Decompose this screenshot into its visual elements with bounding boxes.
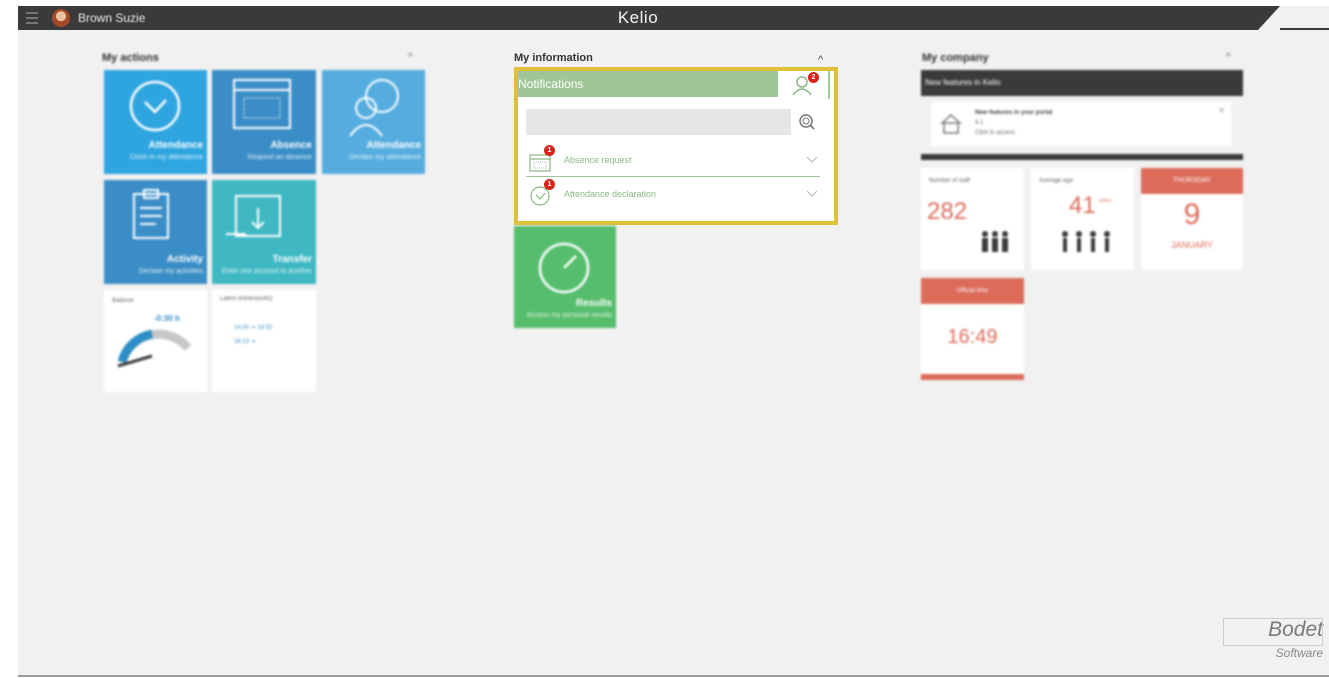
collapse-company-caret-icon[interactable]: ^ bbox=[1226, 52, 1231, 63]
notification-item-absence-request[interactable]: 1 Absence request bbox=[526, 145, 820, 177]
news-version: 4.1 bbox=[975, 120, 984, 126]
day-number: 9 bbox=[1183, 198, 1201, 231]
notification-item-attendance-declaration[interactable]: 1 Attendance declaration bbox=[526, 179, 820, 211]
results-tile[interactable]: Results Access my personal results bbox=[514, 226, 616, 328]
notifications-search-input[interactable] bbox=[526, 109, 791, 135]
entries-line-2: 16:13 ➞ bbox=[234, 339, 256, 345]
topbar-underline bbox=[1280, 28, 1329, 30]
notification-label: Absence request bbox=[564, 155, 632, 165]
search-icon bbox=[799, 114, 815, 130]
gauge-icon bbox=[117, 329, 192, 368]
logo-frame bbox=[1223, 618, 1323, 646]
official-time-value: 16:49 bbox=[947, 326, 998, 348]
tile-subtitle: Enter one account to another bbox=[221, 268, 312, 275]
news-header: New features in Kelio bbox=[921, 70, 1243, 96]
tile-title: Activity bbox=[166, 254, 203, 265]
topbar-wedge bbox=[1258, 6, 1280, 30]
notifications-panel: Notifications 2 1 Absence request 1 Atte… bbox=[514, 67, 838, 225]
transfer-tile[interactable]: Transfer Enter one account to another bbox=[212, 180, 316, 284]
tile-title: Attendance bbox=[148, 140, 203, 151]
people-icon bbox=[982, 231, 1008, 252]
collapse-actions-caret-icon[interactable]: ^ bbox=[408, 52, 413, 63]
tile-title: Results bbox=[575, 298, 612, 309]
tile-subtitle: Declare my attendance bbox=[349, 154, 421, 161]
official-time-card: Official time 16:49 bbox=[921, 278, 1024, 380]
house-icon bbox=[940, 113, 962, 134]
official-time-label: Official time bbox=[921, 278, 1024, 304]
news-link[interactable]: Click to access bbox=[975, 130, 1015, 136]
news-card[interactable]: New features in your portal 4.1 Click to… bbox=[931, 102, 1231, 146]
absence-tile[interactable]: Absence Request an absence bbox=[212, 70, 316, 174]
entries-line-1: 14:00 ➞ 14:32 bbox=[234, 325, 273, 331]
notifications-header: Notifications bbox=[518, 71, 778, 97]
activity-tile[interactable]: Activity Declare my activities bbox=[104, 180, 207, 284]
chevron-down-icon[interactable] bbox=[806, 153, 818, 165]
latest-entries-label: Latest entries(exits) bbox=[220, 296, 273, 302]
attendance-clockin-tile[interactable]: Attendance Clock-in my attendance bbox=[104, 70, 207, 174]
tile-title: Attendance bbox=[366, 140, 421, 151]
attendance-declaration-tile[interactable]: Attendance Declare my attendance bbox=[322, 70, 425, 174]
tile-title: Transfer bbox=[272, 254, 312, 265]
absence-request-badge: 1 bbox=[544, 145, 555, 156]
logo-line-2: Software bbox=[1275, 646, 1323, 660]
month-name: JANUARY bbox=[1171, 240, 1213, 250]
date-card: THURSDAY 9 JANUARY bbox=[1141, 168, 1243, 270]
news-title: New features in your portal bbox=[975, 110, 1053, 116]
search-button[interactable] bbox=[796, 111, 818, 133]
chevron-down-icon[interactable] bbox=[806, 187, 818, 199]
tile-subtitle: Request an absence bbox=[247, 154, 312, 161]
close-icon[interactable]: ✕ bbox=[1218, 106, 1225, 115]
day-name: THURSDAY bbox=[1141, 168, 1243, 194]
tile-subtitle: Clock-in my attendance bbox=[129, 154, 203, 161]
tile-subtitle: Declare my activities bbox=[138, 268, 203, 275]
official-time-footer bbox=[921, 374, 1024, 380]
collapse-information-caret-icon[interactable]: ^ bbox=[818, 54, 823, 66]
news-footer-bar bbox=[921, 154, 1243, 160]
brand-logo: Kelio bbox=[617, 8, 659, 27]
my-company-title: My company bbox=[922, 52, 989, 64]
tile-title: Absence bbox=[270, 140, 312, 151]
balance-card[interactable]: Balance -0:30 h bbox=[104, 290, 207, 392]
my-information-title: My information bbox=[514, 52, 593, 64]
bodet-software-logo: Bodet Software bbox=[1223, 618, 1323, 668]
notifications-user-tab[interactable]: 2 bbox=[778, 71, 830, 99]
average-age-card: Average age 41 years bbox=[1031, 168, 1134, 270]
staff-count-card: Number of staff 282 bbox=[921, 168, 1024, 270]
tile-subtitle: Access my personal results bbox=[526, 312, 612, 319]
people-icon bbox=[1062, 231, 1110, 252]
app-frame: Brown Suzie Kelio My actions ^ Attendanc… bbox=[18, 6, 1329, 677]
user-notification-badge: 2 bbox=[808, 72, 819, 83]
latest-entries-card[interactable]: Latest entries(exits) 14:00 ➞ 14:32 16:1… bbox=[212, 290, 316, 392]
top-bar: Brown Suzie Kelio bbox=[18, 6, 1280, 30]
notification-label: Attendance declaration bbox=[564, 189, 657, 199]
my-actions-title: My actions bbox=[102, 52, 159, 64]
attendance-declaration-badge: 1 bbox=[544, 179, 555, 190]
